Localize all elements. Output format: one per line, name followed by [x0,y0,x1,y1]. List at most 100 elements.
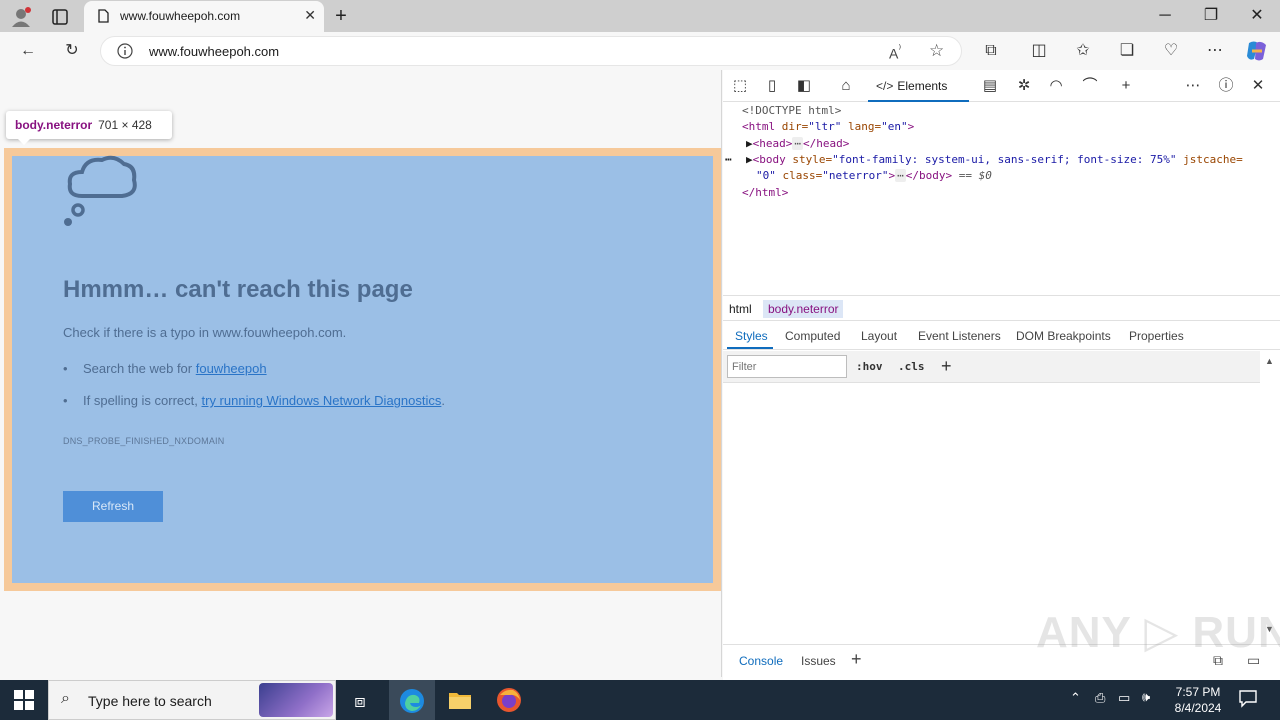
maximize-icon[interactable]: ❐ [1188,0,1234,32]
styles-scrollbar[interactable]: ▲ ▼ [1261,352,1280,640]
copilot-icon[interactable] [1244,39,1270,63]
styles-filter-input[interactable] [727,355,847,378]
windows-start-icon[interactable] [14,690,34,710]
minimize-icon[interactable]: ─ [1142,0,1188,32]
browser-essentials-icon[interactable]: ♡ [1155,36,1187,66]
search-highlight-image [259,683,333,717]
tab-event-listeners[interactable]: Event Listeners [918,329,1001,343]
browser-tab[interactable]: www.fouwheepoh.com ✕ [84,1,324,32]
more-menu-icon[interactable]: ⋯ [1199,36,1231,66]
tab-computed[interactable]: Computed [785,329,840,343]
address-bar[interactable]: www.fouwheepoh.com A⁾ ☆ [100,36,962,66]
site-info-icon[interactable] [117,43,133,59]
dom-body-cont[interactable]: "0" class="neterror"> ⋯ </body> == $0 [756,169,992,182]
file-explorer-icon[interactable] [448,689,472,711]
crumb-body[interactable]: body.neterror [763,300,844,318]
tab-styles[interactable]: Styles [735,329,768,343]
tab-elements-label: Elements [897,79,948,93]
attr-jstcache: jstcache= [1176,153,1243,166]
tray-volume-icon[interactable]: 🕪 [1142,689,1150,705]
dom-html-open[interactable]: <html dir="ltr" lang="en"> [742,120,914,133]
body-close: </body> [905,169,953,182]
hov-toggle[interactable]: :hov [856,360,883,373]
drawer-add-icon[interactable]: + [851,649,862,670]
sources-bug-icon[interactable]: ✲ [1011,74,1037,98]
inspect-tooltip: body.neterror 701 × 428 [6,111,172,139]
more-tools-plus-icon[interactable]: + [1113,74,1139,98]
html-tag-close: > [907,120,915,133]
back-icon[interactable]: ← [12,36,44,66]
tab-actions-icon[interactable] [50,7,70,27]
clock-time: 7:57 PM [1175,685,1221,699]
scroll-up-icon[interactable]: ▲ [1265,356,1274,366]
elements-code-icon: </> [876,79,894,93]
crumb-html[interactable]: html [724,300,757,318]
extensions-icon[interactable]: ⧉ [975,36,1007,66]
inspect-element-icon[interactable]: ⬚ [727,74,753,98]
new-tab-button[interactable]: + [330,2,352,30]
expand-triangle-icon[interactable]: ▶ [746,137,753,150]
attr-class-value: "neterror" [822,169,889,182]
new-style-rule-icon[interactable]: + [941,356,952,377]
edge-icon[interactable] [399,688,425,714]
help-icon[interactable]: ⓘ [1213,74,1239,98]
tray-device-icon[interactable]: ⎙ [1095,690,1105,706]
body-ellipsis[interactable]: ⋯ [895,169,906,182]
task-view-icon[interactable]: ⧈ [337,684,383,718]
refresh-button[interactable]: Refresh [63,491,163,522]
window-close-icon[interactable]: ✕ [1234,0,1280,32]
dom-head[interactable]: ▶<head> ⋯ </head> [746,137,849,150]
cls-toggle[interactable]: .cls [898,360,925,373]
collections-icon[interactable]: ❏ [1111,36,1143,66]
drawer-tab-console[interactable]: Console [739,654,783,668]
tab-properties[interactable]: Properties [1129,329,1184,343]
breadcrumb: html body.neterror [723,295,1280,319]
taskbar-clock[interactable]: 7:57 PM 8/4/2024 [1163,684,1233,716]
dom-row-menu-icon[interactable]: ⋯ [725,153,732,166]
welcome-home-icon[interactable]: ⌂ [833,74,859,98]
tray-chevron-icon[interactable]: ⌃ [1070,690,1081,706]
read-aloud-icon[interactable]: A⁾ [889,42,901,62]
suggestion-diagnostics-text: If spelling is correct, [83,393,202,408]
split-screen-icon[interactable]: ◫ [1023,36,1055,66]
tab-elements[interactable]: </> Elements [868,72,969,102]
dom-html-close[interactable]: </html> [742,186,788,199]
clock-date: 8/4/2024 [1174,701,1222,715]
drawer-tab-issues[interactable]: Issues [801,654,836,668]
expand-triangle-icon[interactable]: ▶ [746,153,753,166]
tab-layout[interactable]: Layout [861,329,897,343]
network-wifi-icon[interactable]: ◠ [1043,74,1069,98]
search-web-link[interactable]: fouwheepoh [196,361,267,376]
reload-icon[interactable]: ↻ [56,36,88,66]
devtools-more-icon[interactable]: ⋯ [1180,74,1206,98]
devtools-close-icon[interactable]: ✕ [1245,74,1271,98]
device-emulation-icon[interactable]: ▯ [759,74,785,98]
tooltip-size: 701 × 428 [98,118,152,132]
favorites-icon[interactable]: ✩ [1067,36,1099,66]
profile-icon[interactable] [10,6,32,28]
url-text: www.fouwheepoh.com [149,44,280,59]
attr-class: class= [775,169,823,182]
console-tab-icon[interactable]: ▤ [977,74,1003,98]
performance-icon[interactable]: ⌒ [1077,74,1103,98]
dock-side-icon[interactable]: ◧ [791,74,817,98]
thought-cloud-icon [60,152,140,230]
notification-icon[interactable] [1238,688,1258,708]
network-diagnostics-link[interactable]: try running Windows Network Diagnostics [202,393,442,408]
attr-jstcache-value: "0" [756,169,776,182]
tray-network-icon[interactable]: ▭ [1118,690,1130,706]
head-close: </head> [803,137,850,150]
head-ellipsis[interactable]: ⋯ [792,137,803,150]
check-domain: www.fouwheepoh.com [212,325,343,340]
taskbar-search[interactable]: ⌕ Type here to search [48,680,336,720]
firefox-icon[interactable] [496,687,522,713]
favorite-star-icon[interactable]: ☆ [929,41,944,61]
dom-body[interactable]: ▶<body style="font-family: system-ui, sa… [746,153,1243,166]
html-close: </html> [742,186,789,199]
tab-title: www.fouwheepoh.com [120,9,241,23]
tab-close-icon[interactable]: ✕ [304,7,316,24]
tab-dom-breakpoints[interactable]: DOM Breakpoints [1016,329,1111,343]
check-prefix: Check if there is a typo in [63,325,213,340]
dom-doctype[interactable]: <!DOCTYPE html> [742,104,841,117]
error-title: Hmmm… can't reach this page [63,276,413,303]
